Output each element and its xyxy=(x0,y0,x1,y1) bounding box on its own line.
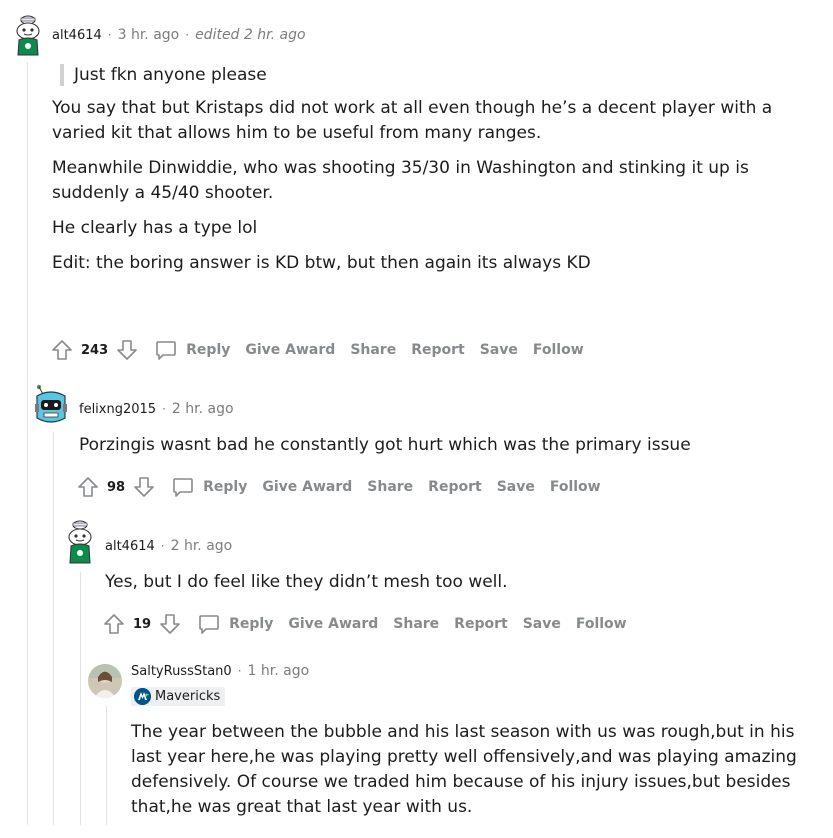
separator-dot: · xyxy=(107,28,112,42)
timestamp[interactable]: 2 hr. ago xyxy=(172,401,234,417)
comment-bubble-icon xyxy=(173,478,193,497)
comment-paragraph: Meanwhile Dinwiddie, who was shooting 35… xyxy=(52,158,749,203)
comment-meta: SaltyRussStan0 · 1 hr. ago xyxy=(131,663,309,679)
timestamp[interactable]: 1 hr. ago xyxy=(248,663,310,679)
thread-line[interactable] xyxy=(80,572,81,825)
comment-body: The year between the bubble and his last… xyxy=(131,720,821,838)
report-button[interactable]: Report xyxy=(428,479,482,495)
report-button[interactable]: Report xyxy=(454,616,508,632)
save-button[interactable]: Save xyxy=(497,479,535,495)
comment-paragraph: Edit: the boring answer is KD btw, but t… xyxy=(52,253,591,273)
report-button[interactable]: Report xyxy=(411,342,465,358)
follow-button[interactable]: Follow xyxy=(533,342,584,358)
comment-paragraph: Yes, but I do feel like they didn’t mesh… xyxy=(105,572,508,592)
blockquote: Just fkn anyone please xyxy=(60,64,827,86)
share-button[interactable]: Share xyxy=(367,479,413,495)
upvote-icon[interactable] xyxy=(102,612,126,636)
avatar[interactable] xyxy=(9,14,47,56)
thread-line[interactable] xyxy=(27,62,28,825)
avatar[interactable] xyxy=(32,382,70,426)
comment-body: Just fkn anyone please You say that but … xyxy=(52,64,827,294)
avatar[interactable] xyxy=(88,664,122,698)
share-button[interactable]: Share xyxy=(393,616,439,632)
comment-paragraph: The year between the bubble and his last… xyxy=(131,722,797,817)
author-name[interactable]: alt4614 xyxy=(52,28,102,43)
edited-label: edited 2 hr. ago xyxy=(195,27,306,43)
separator-dot: · xyxy=(160,539,165,553)
downvote-icon[interactable] xyxy=(115,338,139,362)
vote-score: 19 xyxy=(133,616,152,632)
save-button[interactable]: Save xyxy=(523,616,561,632)
avatar[interactable] xyxy=(61,519,99,565)
downvote-icon[interactable] xyxy=(132,475,156,499)
comment-bubble-icon xyxy=(199,615,219,634)
reply-label: Reply xyxy=(186,342,231,358)
comment-paragraph: Porzingis wasnt bad he constantly got hu… xyxy=(79,435,691,455)
user-flair: Mavericks xyxy=(131,687,226,706)
comment-paragraph: You say that but Kristaps did not work a… xyxy=(52,98,773,143)
timestamp[interactable]: 2 hr. ago xyxy=(171,538,233,554)
give-award-button[interactable]: Give Award xyxy=(245,342,335,358)
reply-label: Reply xyxy=(203,479,248,495)
separator-dot: · xyxy=(162,402,166,416)
comment-meta: alt4614 · 3 hr. ago · edited 2 hr. ago xyxy=(52,27,306,43)
downvote-icon[interactable] xyxy=(158,612,182,636)
snoo-avatar-icon xyxy=(68,520,92,564)
timestamp[interactable]: 3 hr. ago xyxy=(118,27,180,43)
upvote-icon[interactable] xyxy=(50,338,74,362)
follow-button[interactable]: Follow xyxy=(550,479,601,495)
give-award-button[interactable]: Give Award xyxy=(288,616,378,632)
author-name[interactable]: alt4614 xyxy=(105,539,155,554)
save-button[interactable]: Save xyxy=(480,342,518,358)
comment-actions: 243 Reply Give Award Share Report Save F… xyxy=(50,336,584,364)
reply-button[interactable]: Reply xyxy=(197,612,273,636)
comment-meta: alt4614 · 2 hr. ago xyxy=(105,538,232,554)
comment-bubble-icon xyxy=(156,341,176,360)
comment-paragraph: He clearly has a type lol xyxy=(52,218,258,238)
author-name[interactable]: felixng2015 xyxy=(79,402,156,417)
photo-avatar-icon xyxy=(88,664,122,698)
give-award-button[interactable]: Give Award xyxy=(262,479,352,495)
flair-label: Mavericks xyxy=(155,689,221,704)
follow-button[interactable]: Follow xyxy=(576,616,627,632)
share-button[interactable]: Share xyxy=(350,342,396,358)
vote-score: 98 xyxy=(107,479,126,495)
comment-actions: 98 Reply Give Award Share Report Save Fo… xyxy=(76,473,601,501)
thread-line[interactable] xyxy=(53,432,54,825)
comment-body: Porzingis wasnt bad he constantly got hu… xyxy=(79,433,819,476)
comment-meta: felixng2015 · 2 hr. ago xyxy=(79,401,234,417)
reply-button[interactable]: Reply xyxy=(154,338,230,362)
comment-actions: 19 Reply Give Award Share Report Save Fo… xyxy=(102,610,627,638)
robot-avatar-icon xyxy=(35,385,67,423)
separator-dot: · xyxy=(185,28,190,42)
author-name[interactable]: SaltyRussStan0 xyxy=(131,664,232,679)
comment-body: Yes, but I do feel like they didn’t mesh… xyxy=(105,570,820,613)
reply-label: Reply xyxy=(229,616,274,632)
reply-button[interactable]: Reply xyxy=(171,475,247,499)
snoo-avatar-icon xyxy=(16,15,40,56)
separator-dot: · xyxy=(237,664,242,678)
thread-line[interactable] xyxy=(106,706,107,825)
vote-score: 243 xyxy=(81,342,109,358)
upvote-icon[interactable] xyxy=(76,475,100,499)
mavericks-logo-icon xyxy=(134,688,151,705)
